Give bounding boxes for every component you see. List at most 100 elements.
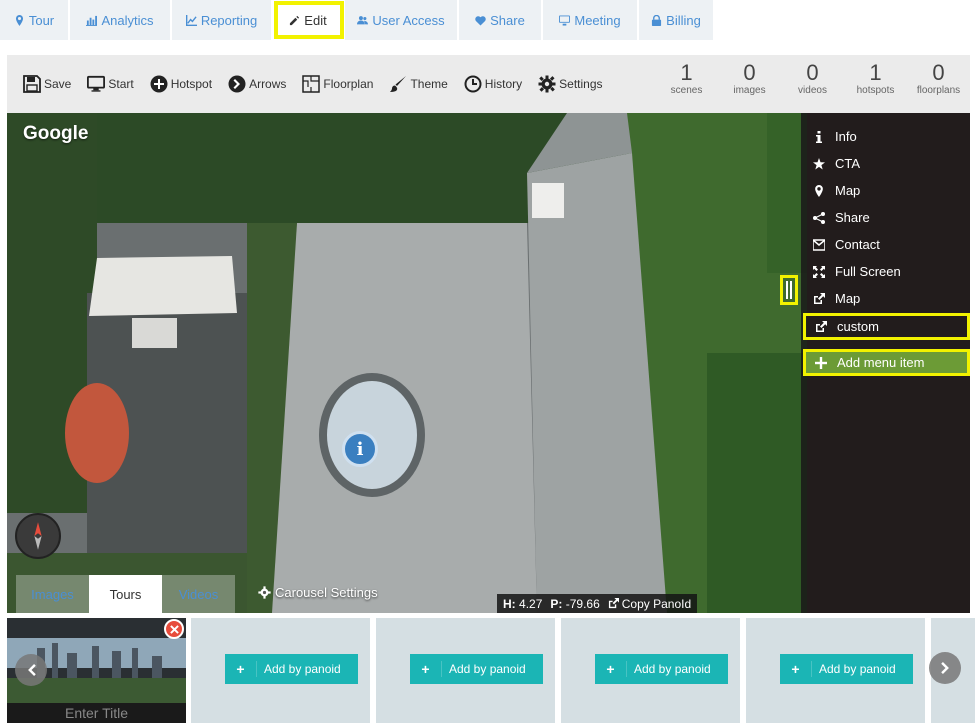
scene-title-input[interactable]: Enter Title (7, 703, 186, 723)
floppy-disk-icon (23, 75, 41, 93)
menu-item-map[interactable]: Map (801, 177, 970, 204)
add-menu-item-button[interactable]: Add menu item (803, 349, 970, 376)
tab-share[interactable]: Share (459, 0, 543, 40)
menu-item-share[interactable]: Share (801, 204, 970, 231)
copy-panoid-button[interactable]: Copy PanoId (608, 597, 691, 611)
compass-icon[interactable] (15, 513, 61, 559)
plus-icon: + (780, 661, 812, 677)
start-label: Start (108, 77, 134, 91)
expand-icon (813, 265, 825, 278)
add-label: Add by panoid (634, 662, 711, 676)
pitch-value: -79.66 (565, 596, 600, 611)
tab-reporting[interactable]: Reporting (172, 0, 273, 40)
tab-label: Billing (666, 12, 701, 28)
carousel-tabs: Images Tours Videos (16, 575, 235, 613)
paintbrush-icon (390, 76, 407, 92)
stat-label: videos (798, 85, 827, 96)
envelope-icon (813, 238, 825, 251)
tab-tours[interactable]: Tours (89, 575, 162, 613)
handle-line (786, 281, 788, 299)
settings-button[interactable]: Settings (538, 75, 603, 93)
tab-label: Reporting (200, 12, 258, 28)
stat-number: 0 (932, 60, 945, 85)
menu-drag-handle[interactable] (780, 275, 798, 305)
tab-edit[interactable]: Edit (273, 0, 345, 40)
menu-item-custom[interactable]: custom (803, 313, 970, 340)
arrow-circle-icon (228, 75, 246, 93)
start-button[interactable]: Start (87, 75, 134, 93)
tab-analytics[interactable]: Analytics (70, 0, 172, 40)
theme-button[interactable]: Theme (389, 75, 448, 93)
viewer-side-menu: Info CTA Map Share Contact Full Screen M… (801, 113, 970, 613)
tab-billing[interactable]: Billing (639, 0, 715, 40)
heart-icon (475, 15, 486, 26)
tab-images[interactable]: Images (16, 575, 89, 613)
menu-item-label: Contact (835, 237, 880, 252)
pitch-label: P: (550, 596, 563, 611)
pitch-readout: P: -79.66 (550, 597, 599, 611)
external-link-icon (608, 598, 619, 609)
empty-scene-slot: + Add by panoid (746, 618, 925, 723)
add-by-panoid-button[interactable]: + Add by panoid (780, 654, 913, 684)
stat-label: images (733, 85, 766, 96)
menu-item-map-link[interactable]: Map (801, 285, 970, 312)
menu-item-label: Map (835, 183, 861, 198)
tab-user-access[interactable]: User Access (345, 0, 459, 40)
tab-videos[interactable]: Videos (162, 575, 235, 613)
add-label: Add by panoid (449, 662, 526, 676)
menu-item-label: Full Screen (835, 264, 901, 279)
hotspot-button[interactable]: Hotspot (150, 75, 212, 93)
clock-icon (464, 75, 482, 93)
save-button[interactable]: Save (23, 75, 71, 93)
save-label: Save (44, 77, 72, 91)
add-by-panoid-button[interactable]: + Add by panoid (410, 654, 543, 684)
tab-tour[interactable]: Tour (0, 0, 70, 40)
add-label: Add by panoid (264, 662, 341, 676)
menu-item-contact[interactable]: Contact (801, 231, 970, 258)
info-hotspot-icon[interactable]: i (342, 431, 378, 467)
close-icon (169, 624, 179, 634)
scene-thumbnail[interactable]: Enter Title (7, 618, 186, 723)
tab-label: Analytics (101, 12, 154, 28)
menu-item-cta[interactable]: CTA (801, 150, 970, 177)
theme-label: Theme (410, 77, 448, 91)
arrows-button[interactable]: Arrows (228, 75, 286, 93)
desktop-icon (87, 75, 106, 92)
menu-item-label: custom (837, 319, 879, 334)
map-marker-icon (815, 184, 823, 197)
lock-icon (652, 14, 662, 26)
chevron-right-icon (940, 662, 949, 674)
menu-item-label: Info (835, 129, 857, 144)
tab-label: Meeting (574, 12, 621, 28)
line-chart-icon (185, 14, 197, 26)
menu-item-fullscreen[interactable]: Full Screen (801, 258, 970, 285)
add-by-panoid-button[interactable]: + Add by panoid (595, 654, 728, 684)
stat-hotspots: 1 hotspots (844, 61, 907, 97)
compass-needle-icon (34, 522, 42, 550)
panorama-viewer[interactable]: Google i Info CTA Map Share Contact Full… (7, 113, 970, 613)
add-by-panoid-button[interactable]: + Add by panoid (225, 654, 358, 684)
plus-icon: + (410, 661, 442, 677)
plus-icon: + (595, 661, 627, 677)
stat-floorplans: 0 floorplans (907, 60, 970, 97)
stat-number: 0 (743, 60, 756, 85)
history-button[interactable]: History (464, 75, 522, 93)
carousel-settings-button[interactable]: Carousel Settings (258, 585, 378, 600)
tab-meeting[interactable]: Meeting (543, 0, 639, 40)
menu-item-label: Add menu item (837, 355, 925, 370)
floorplan-button[interactable]: Floorplan (302, 75, 373, 93)
empty-scene-slot: + Add by panoid (376, 618, 555, 723)
menu-item-info[interactable]: Info (801, 123, 970, 150)
remove-scene-button[interactable] (164, 619, 184, 639)
stat-number: 0 (806, 60, 819, 85)
empty-scene-slot: + Add by panoid (561, 618, 740, 723)
tab-label: Edit (304, 12, 327, 28)
carousel-next-button[interactable] (929, 652, 961, 684)
scene-carousel: Enter Title + Add by panoid + Add by panoi… (0, 613, 975, 723)
pano-coordinates: H: 4.27 P: -79.66 Copy PanoId (497, 594, 698, 613)
carousel-prev-button[interactable] (15, 654, 47, 686)
external-link-icon (816, 320, 827, 332)
external-link-icon (814, 292, 825, 304)
stat-label: hotspots (856, 85, 895, 96)
stat-label: scenes (670, 85, 703, 96)
